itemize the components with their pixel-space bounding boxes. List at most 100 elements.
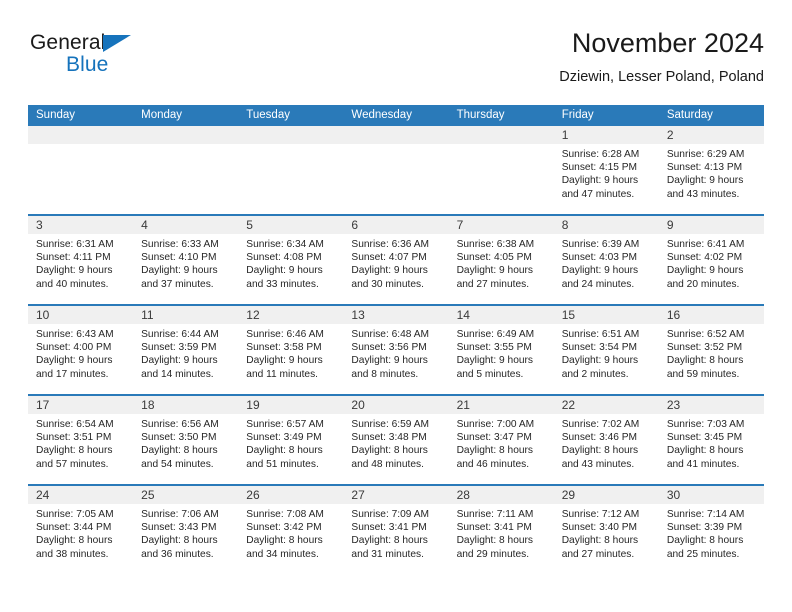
weekday-header-row: Sunday Monday Tuesday Wednesday Thursday… [28, 105, 764, 126]
day-cell-empty [238, 126, 344, 214]
day-cell[interactable]: 20 Sunrise: 6:59 AM Sunset: 3:48 PM Dayligh… [343, 396, 449, 484]
daylight-text-line2: and 41 minutes. [666, 458, 740, 470]
daylight-text-line1: Daylight: 8 hours [351, 445, 428, 457]
day-cell[interactable]: 11 Sunrise: 6:44 AM Sunset: 3:59 PM Dayligh… [133, 306, 239, 394]
day-number-band: 15 [553, 306, 659, 324]
day-number-band: 26 [238, 486, 344, 504]
day-cell[interactable]: 27 Sunrise: 7:09 AM Sunset: 3:41 PM Dayligh… [343, 486, 449, 574]
sunrise-text: Sunrise: 6:31 AM [36, 239, 114, 250]
day-cell[interactable]: 3 Sunrise: 6:31 AM Sunset: 4:11 PM Daylight… [28, 216, 134, 304]
daylight-text-line1: Daylight: 8 hours [666, 445, 744, 457]
sunset-text: Sunset: 3:41 PM [351, 522, 427, 534]
daylight-text-line1: Daylight: 8 hours [141, 535, 218, 547]
weeks-container: 1 Sunrise: 6:28 AM Sunset: 4:15 PM Daylight… [28, 126, 764, 574]
daylight-text-line1: Daylight: 9 hours [561, 265, 639, 277]
daylight-text-line2: and 11 minutes. [246, 368, 319, 380]
day-cell[interactable]: 18 Sunrise: 6:56 AM Sunset: 3:50 PM Dayligh… [133, 396, 239, 484]
sunset-text: Sunset: 4:03 PM [561, 252, 638, 264]
day-cell[interactable]: 14 Sunrise: 6:49 AM Sunset: 3:55 PM Dayligh… [448, 306, 554, 394]
day-info: Sunrise: 6:52 AM Sunset: 3:52 PM Daylight:… [659, 324, 764, 381]
day-number-band: 12 [238, 306, 344, 324]
day-number-band: 1 [553, 126, 659, 144]
daylight-text-line1: Daylight: 8 hours [561, 445, 639, 457]
day-number-band: 13 [343, 306, 449, 324]
day-number: 14 [456, 308, 470, 322]
day-cell[interactable]: 26 Sunrise: 7:08 AM Sunset: 3:42 PM Dayligh… [238, 486, 344, 574]
day-cell[interactable]: 16 Sunrise: 6:52 AM Sunset: 3:52 PM Dayligh… [658, 306, 764, 394]
brand-logo[interactable]: General Blue [30, 32, 160, 84]
sunrise-text: Sunrise: 7:11 AM [456, 509, 534, 520]
day-number: 9 [666, 218, 674, 232]
week-row: 17 Sunrise: 6:54 AM Sunset: 3:51 PM Dayligh… [28, 394, 764, 484]
sunset-text: Sunset: 4:02 PM [666, 252, 743, 264]
daylight-text-line2: and 37 minutes. [141, 278, 214, 290]
day-cell[interactable]: 2 Sunrise: 6:29 AM Sunset: 4:13 PM Daylight… [658, 126, 764, 214]
day-cell[interactable]: 4 Sunrise: 6:33 AM Sunset: 4:10 PM Daylight… [133, 216, 239, 304]
day-cell[interactable]: 6 Sunrise: 6:36 AM Sunset: 4:07 PM Daylight… [343, 216, 449, 304]
day-cell[interactable]: 12 Sunrise: 6:46 AM Sunset: 3:58 PM Dayligh… [238, 306, 344, 394]
sunset-text: Sunset: 3:55 PM [456, 342, 532, 354]
daylight-text-line1: Daylight: 9 hours [351, 355, 428, 367]
sunset-text: Sunset: 4:11 PM [36, 252, 111, 264]
sunrise-text: Sunrise: 6:43 AM [36, 329, 114, 340]
day-number: 17 [36, 398, 50, 412]
sunrise-text: Sunrise: 7:03 AM [666, 419, 745, 430]
day-cell[interactable]: 22 Sunrise: 7:02 AM Sunset: 3:46 PM Dayligh… [553, 396, 659, 484]
day-cell[interactable]: 13 Sunrise: 6:48 AM Sunset: 3:56 PM Dayligh… [343, 306, 449, 394]
day-info: Sunrise: 6:31 AM Sunset: 4:11 PM Daylight:… [28, 234, 133, 291]
daylight-text-line1: Daylight: 9 hours [246, 355, 323, 367]
day-cell[interactable]: 5 Sunrise: 6:34 AM Sunset: 4:08 PM Daylight… [238, 216, 344, 304]
daylight-text-line1: Daylight: 9 hours [141, 355, 218, 367]
day-cell[interactable]: 8 Sunrise: 6:39 AM Sunset: 4:03 PM Daylight… [553, 216, 659, 304]
daylight-text-line1: Daylight: 9 hours [36, 265, 113, 277]
sunrise-text: Sunrise: 6:34 AM [246, 239, 324, 250]
daylight-text-line2: and 30 minutes. [351, 278, 424, 290]
day-cell[interactable]: 1 Sunrise: 6:28 AM Sunset: 4:15 PM Daylight… [553, 126, 659, 214]
day-cell-empty [343, 126, 449, 214]
weekday-header-sunday: Sunday [36, 109, 76, 121]
daylight-text-line1: Daylight: 9 hours [246, 265, 323, 277]
daylight-text-line2: and 43 minutes. [561, 458, 635, 470]
day-cell[interactable]: 30 Sunrise: 7:14 AM Sunset: 3:39 PM Dayligh… [658, 486, 764, 574]
sunrise-text: Sunrise: 7:02 AM [561, 419, 640, 430]
daylight-text-line1: Daylight: 8 hours [36, 445, 113, 457]
day-cell[interactable]: 19 Sunrise: 6:57 AM Sunset: 3:49 PM Dayligh… [238, 396, 344, 484]
day-cell[interactable]: 10 Sunrise: 6:43 AM Sunset: 4:00 PM Dayligh… [28, 306, 134, 394]
daylight-text-line2: and 46 minutes. [456, 458, 530, 470]
page-title: November 2024 [571, 28, 764, 58]
sunrise-text: Sunrise: 7:05 AM [36, 509, 114, 520]
daylight-text-line2: and 14 minutes. [141, 368, 214, 380]
day-cell[interactable]: 9 Sunrise: 6:41 AM Sunset: 4:02 PM Daylight… [658, 216, 764, 304]
day-number-band: 9 [658, 216, 764, 234]
day-cell[interactable]: 15 Sunrise: 6:51 AM Sunset: 3:54 PM Dayligh… [553, 306, 659, 394]
day-cell[interactable]: 29 Sunrise: 7:12 AM Sunset: 3:40 PM Dayligh… [553, 486, 659, 574]
triangle-icon [103, 35, 131, 52]
day-number-band: 7 [448, 216, 554, 234]
sunset-text: Sunset: 3:51 PM [36, 432, 112, 444]
day-number: 11 [141, 308, 154, 322]
day-cell[interactable]: 21 Sunrise: 7:00 AM Sunset: 3:47 PM Dayligh… [448, 396, 554, 484]
day-cell[interactable]: 23 Sunrise: 7:03 AM Sunset: 3:45 PM Dayligh… [658, 396, 764, 484]
day-info: Sunrise: 7:05 AM Sunset: 3:44 PM Daylight:… [28, 504, 133, 561]
sunset-text: Sunset: 3:41 PM [456, 522, 532, 534]
sunset-text: Sunset: 4:07 PM [351, 252, 427, 264]
day-number-band: 19 [238, 396, 344, 414]
day-number-band: 8 [553, 216, 659, 234]
day-cell[interactable]: 7 Sunrise: 6:38 AM Sunset: 4:05 PM Daylight… [448, 216, 554, 304]
daylight-text-line2: and 20 minutes. [666, 278, 740, 290]
day-cell[interactable]: 17 Sunrise: 6:54 AM Sunset: 3:51 PM Dayligh… [28, 396, 134, 484]
day-cell[interactable]: 25 Sunrise: 7:06 AM Sunset: 3:43 PM Dayligh… [133, 486, 239, 574]
day-info: Sunrise: 6:44 AM Sunset: 3:59 PM Daylight:… [133, 324, 238, 381]
day-cell[interactable]: 28 Sunrise: 7:11 AM Sunset: 3:41 PM Dayligh… [448, 486, 554, 574]
day-info: Sunrise: 7:02 AM Sunset: 3:46 PM Daylight:… [554, 414, 659, 471]
weekday-header-wednesday: Wednesday [351, 109, 412, 121]
daylight-text-line1: Daylight: 8 hours [456, 445, 534, 457]
day-cell[interactable]: 24 Sunrise: 7:05 AM Sunset: 3:44 PM Dayligh… [28, 486, 134, 574]
day-number-band [343, 126, 449, 144]
day-number-band: 27 [343, 486, 449, 504]
daylight-text-line2: and 40 minutes. [36, 278, 109, 290]
sunrise-text: Sunrise: 7:12 AM [561, 509, 640, 520]
day-number-band: 2 [658, 126, 764, 144]
daylight-text-line1: Daylight: 8 hours [666, 535, 744, 547]
daylight-text-line2: and 51 minutes. [246, 458, 319, 470]
